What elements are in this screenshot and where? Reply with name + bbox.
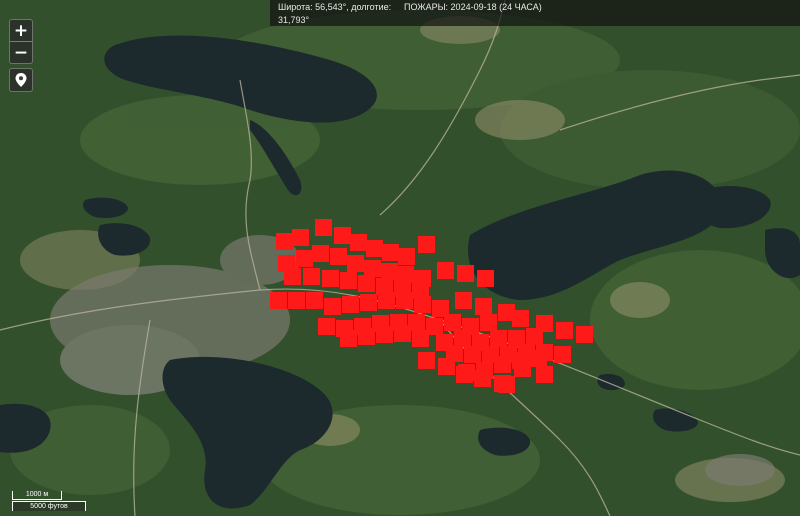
fire-layer-label: ПОЖАРЫ: 2024-09-18 (24 ЧАСА) (404, 2, 542, 12)
fire-detection-22 (284, 268, 301, 285)
zoom-out-button[interactable]: − (10, 42, 32, 63)
fire-detection-74 (576, 326, 593, 343)
fire-detection-55 (358, 328, 375, 345)
fire-detection-54 (340, 330, 357, 347)
fire-detection-16 (330, 248, 347, 265)
fire-detection-31 (288, 292, 305, 309)
fire-detection-49 (444, 314, 461, 331)
fire-detection-86 (536, 366, 553, 383)
fire-detection-33 (324, 298, 341, 315)
fire-detection-25 (340, 272, 357, 289)
fire-detection-57 (394, 325, 411, 342)
latitude-readout: Широта: 56,543°, долготие: (278, 2, 392, 12)
map-pin-icon (15, 73, 27, 87)
fire-detection-71 (554, 346, 571, 363)
fire-detection-83 (474, 370, 491, 387)
fire-detection-85 (514, 360, 531, 377)
fire-detection-81 (530, 350, 547, 367)
fire-detection-51 (480, 314, 497, 331)
coordinates-status-bar: Широта: 56,543°, долготие: 31,793° ПОЖАР… (270, 0, 800, 26)
fire-detection-12 (477, 270, 494, 287)
fire-detection-2 (292, 229, 309, 246)
fire-detection-30 (270, 292, 287, 309)
fire-detection-8 (398, 248, 415, 265)
fire-detection-14 (296, 250, 313, 267)
fire-detection-4 (334, 227, 351, 244)
fire-detection-17 (347, 255, 364, 272)
fire-detection-75 (418, 352, 435, 369)
fire-detection-87 (498, 376, 515, 393)
scale-metric: 1000 м (12, 491, 62, 500)
fire-detection-66 (464, 346, 481, 363)
fire-detection-1 (276, 233, 293, 250)
fire-detection-53 (512, 310, 529, 327)
fire-detection-58 (412, 330, 429, 347)
fire-detection-62 (490, 330, 507, 347)
fire-detection-40 (455, 292, 472, 309)
fire-detection-3 (315, 219, 332, 236)
fire-detection-19 (381, 263, 398, 280)
zoom-in-button[interactable]: + (10, 20, 32, 41)
fire-detection-72 (536, 315, 553, 332)
fire-detection-18 (364, 260, 381, 277)
fire-detection-56 (376, 326, 393, 343)
fire-detection-37 (396, 292, 413, 309)
fire-detection-42 (318, 318, 335, 335)
fire-detection-9 (418, 236, 435, 253)
longitude-readout: 31,793° (278, 15, 310, 25)
fire-detection-35 (360, 294, 377, 311)
fire-detection-26 (358, 275, 375, 292)
fire-detection-7 (382, 244, 399, 261)
fire-detection-24 (322, 270, 339, 287)
fire-detection-10 (437, 262, 454, 279)
fire-detection-5 (350, 234, 367, 251)
fire-detection-15 (312, 245, 329, 262)
fire-detection-41 (475, 298, 492, 315)
scale-bar: 1000 м 5000 футов (12, 491, 86, 512)
fire-detection-60 (454, 330, 471, 347)
locate-button[interactable] (9, 68, 33, 92)
fire-detection-36 (378, 292, 395, 309)
fire-detection-79 (494, 356, 511, 373)
fire-detections-layer (270, 219, 593, 393)
fire-detection-6 (366, 240, 383, 257)
fire-detection-38 (414, 296, 431, 313)
fire-detection-23 (303, 268, 320, 285)
satellite-map[interactable]: Широта: 56,543°, долготие: 31,793° ПОЖАР… (0, 0, 800, 516)
fire-detection-11 (457, 265, 474, 282)
fire-detection-76 (438, 358, 455, 375)
fire-detection-73 (556, 322, 573, 339)
fire-detection-32 (306, 292, 323, 309)
zoom-control: + − (9, 19, 33, 64)
fire-detection-82 (456, 366, 473, 383)
fire-detection-34 (342, 296, 359, 313)
scale-imperial: 5000 футов (12, 501, 86, 511)
